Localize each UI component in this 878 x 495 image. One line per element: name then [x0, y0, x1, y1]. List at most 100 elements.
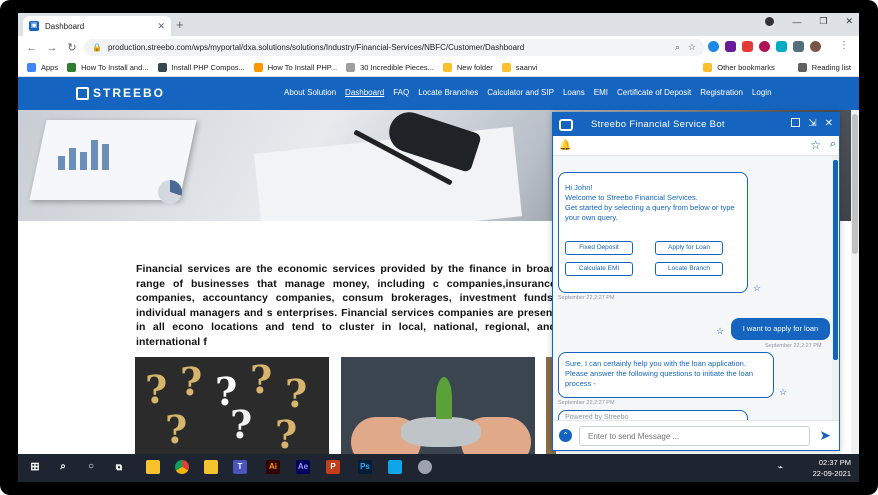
after-effects-icon[interactable]: Ae	[296, 460, 310, 474]
system-clock[interactable]: 02:37 PM 22-09-2021	[813, 457, 851, 479]
maximize-chat-icon[interactable]	[791, 118, 801, 127]
other-bookmarks[interactable]: Other bookmarks	[703, 63, 775, 72]
extensions-puzzle-icon[interactable]	[793, 41, 804, 52]
close-chat-icon[interactable]: ✕	[825, 118, 833, 129]
file-explorer-icon[interactable]	[204, 460, 218, 474]
chat-message-input[interactable]	[579, 426, 810, 446]
menu-registration[interactable]: Registration	[700, 88, 743, 97]
extension-2-icon[interactable]	[725, 41, 736, 52]
menu-login[interactable]: Login	[752, 88, 772, 97]
extension-1-icon[interactable]	[708, 41, 719, 52]
reading-list-icon	[797, 63, 807, 72]
extension-5-icon[interactable]	[776, 41, 787, 52]
expand-up-icon[interactable]: ⌃	[559, 429, 572, 442]
forward-icon[interactable]: →	[46, 42, 58, 54]
bar-graphic	[58, 140, 109, 170]
folder-icon	[442, 63, 452, 72]
apply-for-loan-button[interactable]: Apply for Loan	[655, 241, 723, 255]
calculate-emi-button[interactable]: Calculate EMI	[565, 262, 633, 276]
menu-calculator-sip[interactable]: Calculator and SIP	[487, 88, 554, 97]
sticky-notes-icon[interactable]	[146, 460, 160, 474]
streebo-logo-icon	[76, 86, 89, 100]
favorite-message-icon[interactable]: ☆	[753, 283, 761, 294]
extension-4-icon[interactable]	[759, 41, 770, 52]
bookmark-star-icon[interactable]: ☆	[688, 42, 696, 53]
bookmark-folder[interactable]: New folder	[442, 63, 493, 72]
favorite-message-icon[interactable]: ☆	[716, 326, 724, 337]
task-view-icon[interactable]: ⧉	[112, 460, 126, 474]
teams-icon[interactable]: T	[233, 460, 247, 474]
site-navbar: STREEBO About Solution Dashboard FAQ Loc…	[18, 77, 859, 110]
menu-dashboard[interactable]: Dashboard	[345, 88, 384, 97]
maximize-icon[interactable]: ❐	[819, 16, 827, 27]
illustrator-icon[interactable]: Ai	[266, 460, 280, 474]
bookmark-folder[interactable]: saanvi	[501, 63, 537, 72]
photoshop-icon[interactable]: Ps	[358, 460, 372, 474]
message-timestamp: September 22,2:27 PM	[558, 295, 615, 301]
menu-about-solution[interactable]: About Solution	[284, 88, 336, 97]
menu-loans[interactable]: Loans	[563, 88, 585, 97]
coins-graphic	[401, 417, 481, 447]
powerpoint-icon[interactable]: P	[326, 460, 340, 474]
cortana-icon[interactable]: ○	[84, 460, 98, 474]
chat-scrollbar[interactable]	[832, 156, 839, 422]
bookmarks-bar: Apps How To Install and... Install PHP C…	[18, 59, 859, 77]
back-icon[interactable]: ←	[26, 42, 38, 54]
chrome-icon[interactable]	[175, 460, 189, 474]
app-icon[interactable]	[418, 460, 432, 474]
app-icon[interactable]	[388, 460, 402, 474]
profile-avatar-icon[interactable]	[810, 41, 821, 52]
page-scroll-thumb[interactable]	[852, 114, 858, 254]
send-icon[interactable]: ➤	[819, 427, 831, 444]
profile-indicator-icon[interactable]	[765, 17, 775, 26]
favorite-star-icon[interactable]: ☆	[810, 138, 821, 152]
chat-messages: Hi John! Welcome to Streebo Financial Se…	[553, 156, 833, 422]
windows-start-icon[interactable]: ⊞	[28, 460, 42, 474]
chatbot-header: Streebo Financial Service Bot ⇲ ✕	[553, 113, 839, 136]
new-tab-button[interactable]: +	[176, 17, 184, 32]
chat-scroll-thumb[interactable]	[833, 160, 838, 360]
browser-toolbar: ← → ↻ 🔒 production.streebo.com/wps/mypor…	[18, 36, 859, 59]
url-text: production.streebo.com/wps/myportal/dxa.…	[107, 43, 525, 52]
welcome-text: Hi John! Welcome to Streebo Financial Se…	[565, 183, 735, 222]
menu-locate-branches[interactable]: Locate Branches	[418, 88, 478, 97]
favorite-message-icon[interactable]: ☆	[779, 387, 787, 398]
window-controls: — ❐ ✕	[765, 16, 853, 27]
address-bar[interactable]: 🔒 production.streebo.com/wps/myportal/dx…	[84, 39, 704, 56]
bot-reply-message: Sure, I can certainly help you with the …	[558, 352, 774, 398]
search-taskbar-icon[interactable]: ⌕	[56, 460, 70, 474]
page-scrollbar[interactable]	[851, 110, 859, 461]
pie-graphic	[158, 180, 182, 204]
minimize-icon[interactable]: —	[792, 17, 801, 27]
locate-branch-button[interactable]: Locate Branch	[655, 262, 723, 276]
zoom-icon[interactable]: ⌕	[675, 42, 680, 53]
reload-icon[interactable]: ↻	[66, 41, 78, 54]
export-chat-icon[interactable]: ⇲	[808, 118, 816, 129]
bot-avatar-icon	[559, 118, 573, 131]
chrome-menu-icon[interactable]: ⋮	[839, 40, 849, 51]
menu-faq[interactable]: FAQ	[393, 88, 409, 97]
menu-emi[interactable]: EMI	[594, 88, 608, 97]
bell-icon[interactable]: 🔔	[559, 140, 571, 151]
close-window-icon[interactable]: ✕	[845, 16, 853, 27]
close-tab-icon[interactable]: ✕	[157, 21, 165, 32]
lock-icon[interactable]: 🔒	[92, 43, 102, 52]
site-menu: About Solution Dashboard FAQ Locate Bran…	[284, 88, 781, 97]
bookmark-item[interactable]: How To Install and...	[67, 63, 149, 72]
extension-3-icon[interactable]	[742, 41, 753, 52]
menu-certificate-of-deposit[interactable]: Certificate of Deposit	[617, 88, 691, 97]
intro-paragraph: Financial services are the economic serv…	[136, 263, 556, 348]
bookmark-item[interactable]: How To Install PHP...	[253, 63, 337, 72]
reading-list[interactable]: Reading list	[797, 63, 851, 72]
bookmark-item[interactable]: 30 Incredible Pieces...	[346, 63, 434, 72]
fixed-deposit-button[interactable]: Fixed Deposit	[565, 241, 633, 255]
plant-graphic	[436, 377, 452, 419]
coins-plant-image	[341, 357, 535, 461]
bookmark-item[interactable]: Install PHP Compos...	[157, 63, 245, 72]
chat-input-row: ⌃ ➤	[553, 420, 839, 450]
bookmark-apps[interactable]: Apps	[27, 63, 58, 72]
browser-tab-dashboard[interactable]: ▣ Dashboard ✕	[23, 16, 171, 36]
streebo-logo[interactable]: STREEBO	[76, 86, 165, 100]
search-icon[interactable]: ⌕	[830, 138, 836, 151]
tray-icon[interactable]: ⌁	[778, 462, 783, 473]
